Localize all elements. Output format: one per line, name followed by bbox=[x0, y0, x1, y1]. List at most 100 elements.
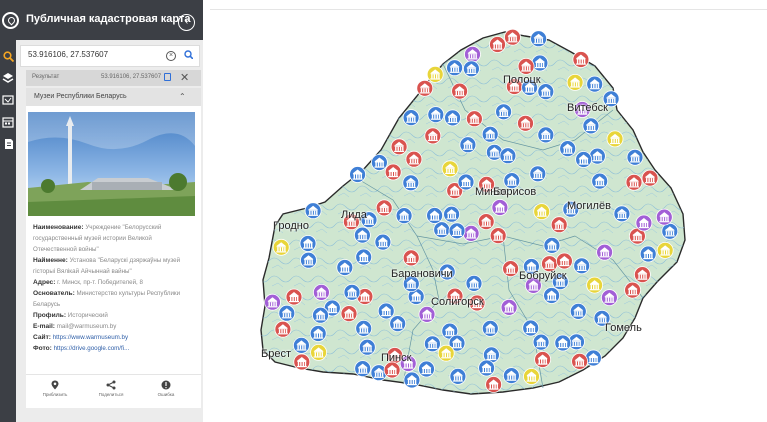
museum-marker[interactable] bbox=[274, 320, 292, 338]
museum-marker[interactable] bbox=[491, 199, 509, 216]
museum-marker[interactable] bbox=[304, 202, 322, 220]
museum-marker[interactable] bbox=[533, 203, 551, 221]
museum-marker[interactable] bbox=[354, 360, 372, 378]
museum-marker[interactable] bbox=[433, 221, 451, 239]
layers-icon[interactable] bbox=[0, 70, 16, 86]
close-icon[interactable]: ✕ bbox=[180, 71, 189, 84]
museum-marker[interactable] bbox=[462, 224, 480, 242]
museum-marker[interactable] bbox=[353, 226, 371, 244]
museum-marker[interactable] bbox=[504, 28, 521, 46]
museum-marker[interactable] bbox=[485, 376, 503, 393]
museum-marker[interactable] bbox=[543, 236, 561, 254]
museum-marker[interactable] bbox=[272, 238, 290, 256]
museum-marker[interactable] bbox=[384, 163, 402, 181]
museum-marker[interactable] bbox=[313, 283, 330, 301]
museum-marker[interactable] bbox=[309, 325, 327, 342]
calendar-icon[interactable] bbox=[0, 114, 16, 130]
search-icon[interactable] bbox=[0, 48, 16, 64]
museum-marker[interactable] bbox=[571, 352, 589, 370]
museum-marker[interactable] bbox=[451, 82, 469, 100]
museum-marker[interactable] bbox=[343, 283, 361, 301]
museum-marker[interactable] bbox=[310, 343, 327, 361]
museum-marker[interactable] bbox=[626, 148, 644, 166]
museum-marker[interactable] bbox=[572, 51, 590, 68]
museum-marker[interactable] bbox=[529, 165, 547, 183]
museum-marker[interactable] bbox=[559, 140, 577, 158]
collapse-panel-button[interactable]: ‹ bbox=[178, 14, 195, 31]
museum-marker[interactable] bbox=[446, 59, 464, 77]
museum-marker[interactable] bbox=[264, 293, 281, 311]
zoom-to-button[interactable]: Приблизить bbox=[30, 380, 80, 397]
museum-marker[interactable] bbox=[355, 319, 373, 337]
museum-marker[interactable] bbox=[477, 213, 495, 231]
museum-marker[interactable] bbox=[443, 205, 461, 223]
museum-marker[interactable] bbox=[377, 302, 395, 320]
card-header[interactable]: Музеи Республики Беларусь ⌃ bbox=[26, 88, 201, 106]
museum-marker[interactable] bbox=[635, 214, 653, 232]
museum-marker[interactable] bbox=[532, 333, 550, 351]
museum-marker[interactable] bbox=[481, 319, 499, 337]
museum-marker[interactable] bbox=[495, 103, 513, 121]
museum-marker[interactable] bbox=[312, 306, 329, 324]
photo-link[interactable]: https://drive.google.com/fi... bbox=[54, 345, 130, 352]
museum-marker[interactable] bbox=[370, 154, 388, 171]
museum-marker[interactable] bbox=[586, 75, 604, 93]
museum-marker[interactable] bbox=[403, 371, 421, 389]
museum-marker[interactable] bbox=[402, 174, 420, 192]
museum-marker[interactable] bbox=[531, 54, 549, 72]
museum-marker[interactable] bbox=[389, 315, 407, 333]
museum-marker[interactable] bbox=[502, 367, 520, 385]
museum-marker[interactable] bbox=[534, 351, 552, 368]
museum-marker[interactable] bbox=[537, 83, 555, 100]
museum-marker[interactable] bbox=[402, 109, 420, 126]
museum-marker[interactable] bbox=[427, 106, 445, 123]
share-button[interactable]: Поделиться bbox=[86, 380, 136, 397]
museum-marker[interactable] bbox=[478, 359, 496, 377]
museum-marker[interactable] bbox=[358, 338, 376, 356]
museum-marker[interactable] bbox=[588, 147, 606, 165]
search-icon[interactable] bbox=[184, 50, 193, 59]
museum-marker[interactable] bbox=[374, 233, 392, 251]
museum-marker[interactable] bbox=[418, 360, 435, 378]
museum-marker[interactable] bbox=[448, 222, 466, 240]
museum-marker[interactable] bbox=[465, 274, 483, 292]
museum-marker[interactable] bbox=[641, 169, 659, 187]
museum-marker[interactable] bbox=[591, 172, 609, 190]
museum-marker[interactable] bbox=[481, 125, 499, 143]
museum-marker[interactable] bbox=[465, 110, 483, 128]
museum-marker[interactable] bbox=[550, 216, 568, 234]
museum-marker[interactable] bbox=[575, 151, 593, 168]
museum-marker[interactable] bbox=[285, 288, 303, 306]
museum-marker[interactable] bbox=[336, 259, 354, 276]
museum-marker[interactable] bbox=[500, 298, 518, 316]
museum-marker[interactable] bbox=[355, 248, 373, 266]
museum-marker[interactable] bbox=[656, 241, 674, 259]
museum-marker[interactable] bbox=[661, 222, 679, 240]
chevron-up-icon[interactable]: ⌃ bbox=[179, 92, 186, 101]
museum-marker[interactable] bbox=[569, 302, 587, 320]
museum-marker[interactable] bbox=[523, 368, 540, 385]
museum-marker[interactable] bbox=[554, 334, 572, 352]
museum-marker[interactable] bbox=[566, 74, 584, 91]
museum-marker[interactable] bbox=[375, 199, 393, 217]
museum-marker[interactable] bbox=[489, 227, 507, 245]
museum-marker[interactable] bbox=[418, 305, 436, 323]
museum-marker[interactable] bbox=[600, 289, 618, 307]
museum-marker[interactable] bbox=[517, 114, 534, 132]
museum-marker[interactable] bbox=[502, 260, 520, 278]
museum-marker[interactable] bbox=[624, 281, 642, 299]
museum-photo[interactable] bbox=[28, 112, 195, 216]
museum-marker[interactable] bbox=[423, 335, 441, 353]
museum-marker[interactable] bbox=[278, 304, 296, 322]
museum-marker[interactable] bbox=[459, 136, 477, 154]
clear-icon[interactable]: × bbox=[166, 51, 176, 61]
museum-marker[interactable] bbox=[655, 208, 673, 226]
map-canvas[interactable]: Гродно Лида Минск Барановичи Солигорск Б… bbox=[203, 0, 767, 422]
museum-marker[interactable] bbox=[437, 344, 455, 362]
museum-marker[interactable] bbox=[424, 127, 442, 145]
museum-marker[interactable] bbox=[444, 109, 462, 127]
museum-marker[interactable] bbox=[489, 36, 506, 53]
museum-marker[interactable] bbox=[573, 257, 591, 275]
museum-marker[interactable] bbox=[299, 235, 317, 252]
museum-marker[interactable] bbox=[464, 45, 481, 63]
